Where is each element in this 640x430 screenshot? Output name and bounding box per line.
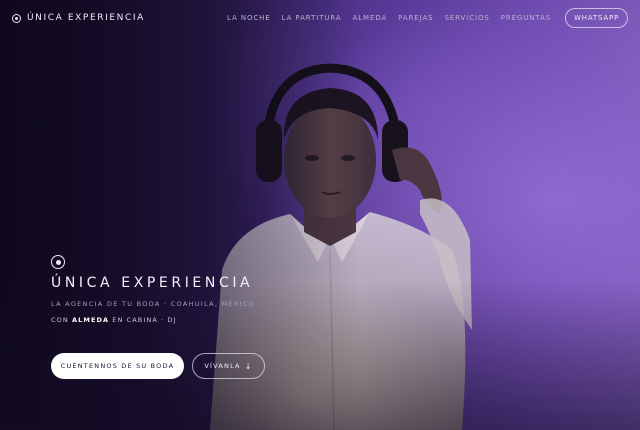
dj-suffix: EN CABINA · DJ	[112, 316, 177, 324]
nav-link-servicios[interactable]: SERVICIOS	[445, 14, 490, 22]
nav-link-preguntas[interactable]: PREGUNTAS	[501, 14, 551, 22]
brand-name: ÚNICA EXPERIENCIA	[27, 13, 145, 23]
nav-link-almeda[interactable]: ALMEDA	[353, 14, 388, 22]
dj-name: ALMEDA	[72, 316, 110, 324]
nav-menu: LA NOCHE LA PARTITURA ALMEDA PAREJAS SER…	[216, 8, 628, 28]
top-nav: ÚNICA EXPERIENCIA LA NOCHE LA PARTITURA …	[0, 0, 640, 36]
nav-link-la-noche[interactable]: LA NOCHE	[227, 14, 271, 22]
nav-link-la-partitura[interactable]: LA PARTITURA	[282, 14, 342, 22]
vivanla-button[interactable]: VÍVANLA ↓	[192, 353, 265, 379]
contact-wedding-label: CUÉNTENNOS DE SU BODA	[60, 362, 175, 370]
whatsapp-button[interactable]: WHATSAPP	[565, 8, 628, 28]
hero-title: ÚNICA EXPERIENCIA	[51, 275, 254, 291]
brand-logo[interactable]: ÚNICA EXPERIENCIA	[12, 13, 145, 23]
contact-wedding-button[interactable]: CUÉNTENNOS DE SU BODA	[51, 353, 184, 379]
arrow-down-icon: ↓	[244, 361, 253, 371]
circle-dot-icon	[51, 255, 65, 269]
vivanla-label: VÍVANLA	[204, 362, 241, 370]
dj-prefix: CON	[51, 316, 69, 324]
hero-section: ÚNICA EXPERIENCIA LA NOCHE LA PARTITURA …	[0, 0, 640, 430]
nav-link-parejas[interactable]: PAREJAS	[398, 14, 433, 22]
dj-credit: CON ALMEDA EN CABINA · DJ	[51, 316, 177, 324]
circle-dot-icon	[12, 13, 21, 23]
hero-tagline: LA AGENCIA DE TU BODA · COAHUILA, MÉXICO	[51, 300, 256, 308]
